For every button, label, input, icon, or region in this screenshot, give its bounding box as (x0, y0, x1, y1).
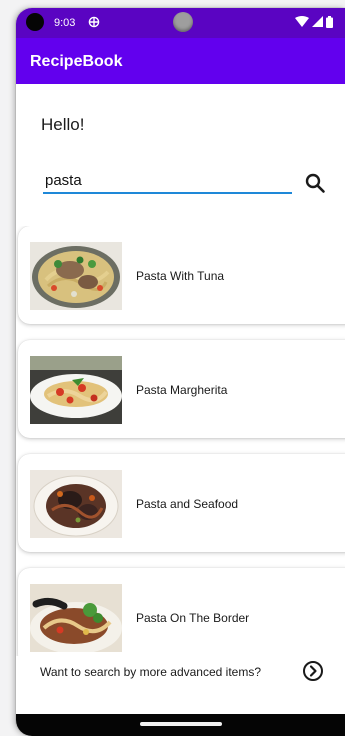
recipe-card-pasta-margherita[interactable]: Pasta Margherita (18, 340, 345, 438)
recipe-card-pasta-on-the-border[interactable]: Pasta On The Border (18, 568, 345, 656)
signal-icon (312, 16, 323, 27)
recipe-name: Pasta With Tuna (136, 269, 225, 283)
battery-icon (326, 16, 333, 28)
navigation-bar (16, 714, 345, 736)
search-icon (305, 173, 325, 193)
search-button[interactable] (300, 168, 330, 198)
advanced-search-row[interactable]: Want to search by more advanced items? (16, 654, 345, 688)
status-icons (295, 16, 333, 28)
recipe-name: Pasta On The Border (136, 611, 250, 625)
recipe-image-pasta-with-tuna (30, 242, 122, 310)
greeting-text: Hello! (41, 115, 85, 134)
recipe-name: Pasta Margherita (136, 383, 228, 397)
app-title: RecipeBook (30, 53, 123, 70)
recipe-name: Pasta and Seafood (136, 497, 239, 511)
status-bar: 9:03 (16, 8, 345, 38)
phone-screen: 9:03 RecipeBook Hello! pasta Pasta With … (16, 8, 345, 736)
status-time: 9:03 (54, 17, 76, 29)
sensor-dot (173, 12, 193, 32)
search-input[interactable] (43, 168, 292, 194)
recipe-card-pasta-and-seafood[interactable]: Pasta and Seafood (18, 454, 345, 552)
sync-icon (88, 16, 100, 28)
recipe-card-pasta-with-tuna[interactable]: Pasta With Tuna (18, 226, 345, 324)
recipe-image-pasta-and-seafood (30, 470, 122, 538)
front-camera (26, 13, 44, 31)
app-bar: RecipeBook (16, 38, 345, 84)
recipe-image-pasta-margherita (30, 356, 122, 424)
recipe-list[interactable]: Pasta With Tuna Pasta Margherita Pasta a… (16, 226, 345, 656)
wifi-icon (295, 16, 309, 27)
home-gesture-handle[interactable] (140, 722, 222, 726)
recipe-image-pasta-on-the-border (30, 584, 122, 652)
chevron-right-circle-icon[interactable] (302, 660, 324, 682)
advanced-search-text: Want to search by more advanced items? (40, 665, 261, 679)
